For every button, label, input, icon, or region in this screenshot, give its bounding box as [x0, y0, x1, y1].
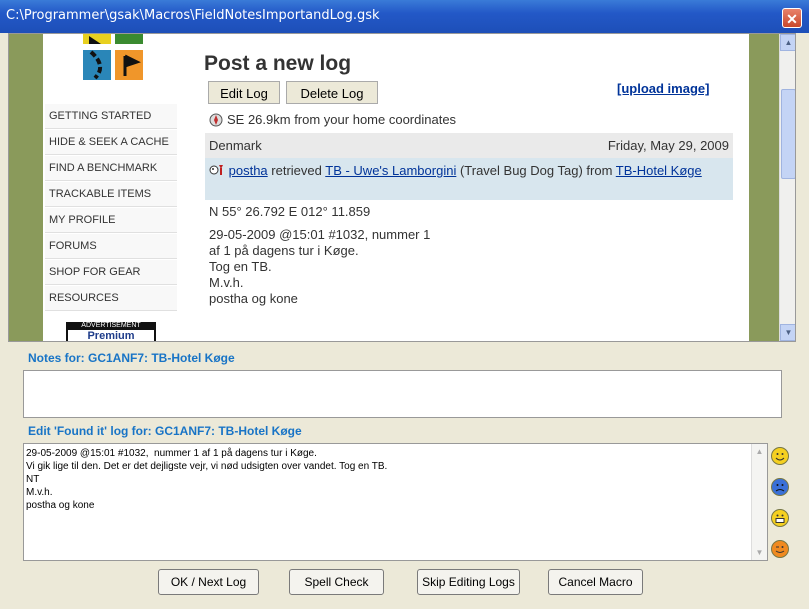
scroll-down-icon[interactable]: ▼: [752, 545, 767, 560]
log-header: Denmark Friday, May 29, 2009: [205, 133, 733, 158]
log-line: 29-05-2009 @15:01 #1032, nummer 1: [209, 227, 431, 242]
nav-find-benchmark[interactable]: FIND A BENCHMARK: [45, 156, 177, 181]
ad-label: ADVERTISEMENT: [81, 322, 141, 329]
log-user-link[interactable]: postha: [229, 163, 268, 178]
coordinates: N 55° 26.792 E 012° 11.859: [209, 204, 371, 219]
window-title: C:\Programmer\gsak\Macros\FieldNotesImpo…: [6, 8, 380, 23]
close-icon: ✕: [786, 11, 798, 27]
scroll-thumb[interactable]: [781, 89, 795, 179]
site-nav: GETTING STARTED HIDE & SEEK A CACHE FIND…: [45, 104, 177, 312]
nav-hide-seek[interactable]: HIDE & SEEK A CACHE: [45, 130, 177, 155]
close-button[interactable]: ✕: [782, 8, 802, 28]
spell-check-button[interactable]: Spell Check: [289, 569, 384, 595]
geocaching-logo-icon: [83, 34, 143, 80]
log-line: Tog en TB.: [209, 259, 272, 274]
nav-my-profile[interactable]: MY PROFILE: [45, 208, 177, 233]
scroll-up-icon[interactable]: ▲: [780, 34, 795, 51]
skip-editing-logs-button[interactable]: Skip Editing Logs: [417, 569, 520, 595]
page-title: Post a new log: [204, 52, 352, 75]
webview-scrollbar[interactable]: ▲ ▼: [779, 34, 795, 341]
edit-log-label: Edit 'Found it' log for: GC1ANF7: TB-Hot…: [28, 424, 302, 438]
big-grin-icon[interactable]: [771, 509, 789, 527]
advertisement-banner[interactable]: ADVERTISEMENT Premium: [66, 322, 156, 341]
web-view: GETTING STARTED HIDE & SEEK A CACHE FIND…: [8, 33, 796, 342]
nav-forums[interactable]: FORUMS: [45, 234, 177, 259]
scroll-down-icon[interactable]: ▼: [780, 324, 795, 341]
wink-icon[interactable]: [771, 540, 789, 558]
cancel-macro-button[interactable]: Cancel Macro: [548, 569, 643, 595]
notes-label: Notes for: GC1ANF7: TB-Hotel Køge: [28, 351, 235, 365]
log-line: postha og kone: [209, 291, 298, 306]
log-date: Friday, May 29, 2009: [607, 138, 729, 153]
nav-shop-for-gear[interactable]: SHOP FOR GEAR: [45, 260, 177, 285]
title-bar: C:\Programmer\gsak\Macros\FieldNotesImpo…: [0, 0, 809, 33]
upload-image-link[interactable]: [upload image]: [617, 81, 709, 96]
ad-text: Premium: [68, 330, 154, 341]
log-body: 29-05-2009 @15:01 #1032, nummer 1 af 1 p…: [209, 227, 430, 307]
log-line: af 1 på dagens tur i Køge.: [209, 243, 359, 258]
scroll-up-icon[interactable]: ▲: [752, 444, 767, 459]
compass-icon: [209, 113, 223, 126]
macro-window: GETTING STARTED HIDE & SEEK A CACHE FIND…: [4, 33, 805, 609]
ok-next-log-button[interactable]: OK / Next Log: [158, 569, 259, 595]
log-action-text: retrieved: [267, 163, 326, 178]
country-name: Denmark: [209, 138, 262, 153]
nav-resources[interactable]: RESOURCES: [45, 286, 177, 311]
page-frame-left: [9, 34, 43, 341]
smiley-toolbar: [771, 447, 793, 571]
smile-icon[interactable]: [771, 447, 789, 465]
nav-trackable-items[interactable]: TRACKABLE ITEMS: [45, 182, 177, 207]
notes-textarea[interactable]: [23, 370, 782, 418]
sad-icon[interactable]: [771, 478, 789, 496]
edit-log-scrollbar[interactable]: ▲ ▼: [751, 444, 767, 560]
edit-log-text: 29-05-2009 @15:01 #1032, nummer 1 af 1 p…: [26, 448, 388, 511]
log-summary: postha retrieved TB - Uwe's Lamborgini (…: [205, 158, 733, 200]
distance-line: SE 26.9km from your home coordinates: [209, 112, 456, 127]
distance-text: SE 26.9km from your home coordinates: [227, 112, 457, 127]
log-line: M.v.h.: [209, 275, 244, 290]
delete-log-button[interactable]: Delete Log: [286, 81, 378, 104]
trackable-type-text: (Travel Bug Dog Tag) from: [456, 163, 616, 178]
nav-getting-started[interactable]: GETTING STARTED: [45, 104, 177, 129]
edit-log-textarea[interactable]: 29-05-2009 @15:01 #1032, nummer 1 af 1 p…: [23, 443, 768, 561]
trackable-link[interactable]: TB - Uwe's Lamborgini: [325, 163, 456, 178]
travel-bug-icon: [209, 165, 223, 175]
edit-log-button[interactable]: Edit Log: [208, 81, 280, 104]
page-frame-right: [749, 34, 779, 341]
cache-link[interactable]: TB-Hotel Køge: [616, 163, 702, 178]
